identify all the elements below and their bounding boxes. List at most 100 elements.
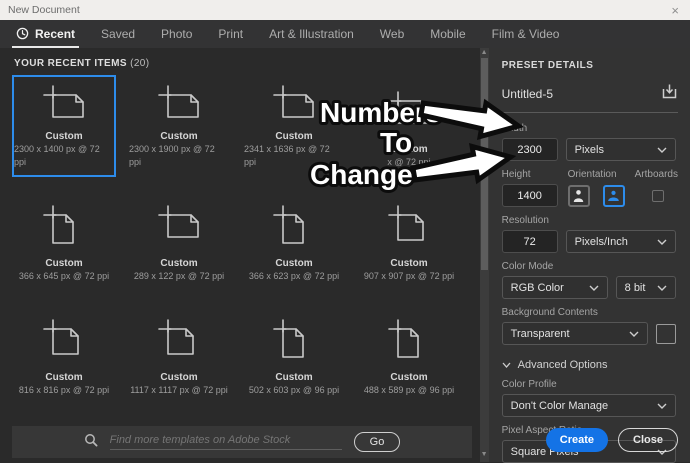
preset-dimensions: 488 x 589 px @ 96 ppi	[364, 384, 454, 403]
document-type-tabs: Recent Saved Photo Print Art & Illustrat…	[0, 20, 690, 48]
window-title: New Document	[8, 4, 668, 16]
tab-label: Mobile	[430, 27, 465, 41]
preset-dimensions: 816 x 816 px @ 72 ppi	[19, 384, 109, 403]
recent-item-card[interactable]: Custom 2300 x 1900 px @ 72 ppi	[127, 75, 231, 177]
save-preset-icon[interactable]	[661, 83, 678, 105]
tab-label: Photo	[161, 27, 192, 41]
recent-item-card[interactable]: Custom 502 x 603 px @ 96 ppi	[242, 303, 346, 405]
document-name-row: Untitled-5	[502, 83, 678, 113]
tab-label: Art & Illustration	[269, 27, 354, 41]
tab-web[interactable]: Web	[380, 20, 404, 48]
chevron-down-icon	[657, 239, 667, 245]
scroll-down-icon[interactable]: ▼	[480, 450, 489, 460]
scrollbar-thumb[interactable]	[481, 58, 488, 270]
resolution-input[interactable]	[502, 230, 558, 253]
preset-name: Custom	[45, 257, 82, 270]
tab-label: Web	[380, 27, 404, 41]
scrollbar[interactable]: ▲ ▼	[480, 48, 489, 462]
tab-photo[interactable]: Photo	[161, 20, 192, 48]
document-name-input[interactable]: Untitled-5	[502, 87, 553, 101]
width-input[interactable]	[502, 138, 558, 161]
chevron-down-icon	[657, 147, 667, 153]
chevron-down-icon	[629, 331, 639, 337]
recent-item-card[interactable]: Custom 366 x 623 px @ 72 ppi	[242, 189, 346, 291]
document-preset-icon	[41, 305, 87, 371]
recent-item-card[interactable]: Custom 488 x 589 px @ 96 ppi	[357, 303, 461, 405]
height-input[interactable]	[502, 184, 558, 207]
dialog-actions: Create Close	[546, 428, 678, 452]
tab-mobile[interactable]: Mobile	[430, 20, 465, 48]
recent-items-heading: YOUR RECENT ITEMS (20)	[0, 48, 489, 71]
height-row-labels: Height Orientation Artboards	[502, 169, 678, 180]
document-preset-icon	[386, 77, 432, 143]
tab-film-video[interactable]: Film & Video	[492, 20, 560, 48]
document-preset-icon	[271, 77, 317, 130]
preset-dimensions: 907 x 907 px @ 72 ppi	[364, 270, 454, 289]
scroll-up-icon[interactable]: ▲	[480, 48, 489, 58]
search-icon	[84, 433, 98, 452]
window-close-icon[interactable]: ×	[668, 4, 682, 17]
document-preset-icon	[156, 77, 202, 130]
clock-icon	[16, 27, 29, 43]
portrait-person-icon	[573, 189, 584, 202]
chevron-down-icon	[657, 285, 667, 291]
go-button[interactable]: Go	[354, 432, 401, 452]
tab-label: Recent	[35, 27, 75, 41]
width-label: Width	[502, 123, 678, 134]
document-preset-icon	[41, 191, 87, 257]
tab-recent[interactable]: Recent	[16, 20, 75, 48]
preset-name: Custom	[390, 143, 427, 156]
preset-dimensions: 2341 x 1636 px @ 72 ppi	[244, 143, 344, 175]
preset-dimensions: 502 x 603 px @ 96 ppi	[249, 384, 339, 403]
tab-art-illustration[interactable]: Art & Illustration	[269, 20, 354, 48]
recent-item-card[interactable]: Custom 2300 x 1400 px @ 72 ppi	[12, 75, 116, 177]
close-button[interactable]: Close	[618, 428, 678, 452]
tab-label: Saved	[101, 27, 135, 41]
document-preset-icon	[156, 305, 202, 371]
preset-name: Custom	[45, 130, 82, 143]
preset-details-heading: PRESET DETAILS	[502, 60, 678, 71]
artboards-checkbox[interactable]	[652, 190, 664, 202]
color-mode-label: Color Mode	[502, 261, 678, 272]
recent-item-card[interactable]: Custom 366 x 645 px @ 72 ppi	[12, 189, 116, 291]
artboards-label: Artboards	[635, 169, 678, 180]
recent-items-pane: YOUR RECENT ITEMS (20) Custom 2300 x 140…	[0, 48, 489, 462]
tab-saved[interactable]: Saved	[101, 20, 135, 48]
resolution-unit-select[interactable]: Pixels/Inch	[566, 230, 676, 253]
recent-item-card[interactable]: Custom 2341 x 1636 px @ 72 ppi	[242, 75, 346, 177]
preset-name: Custom	[45, 371, 82, 384]
advanced-options-toggle[interactable]: Advanced Options	[502, 359, 678, 371]
preset-name: Custom	[275, 371, 312, 384]
background-color-swatch[interactable]	[656, 324, 676, 344]
width-unit-select[interactable]: Pixels	[566, 138, 676, 161]
document-preset-icon	[386, 305, 432, 371]
recent-item-card[interactable]: Custom x @ 72 ppi	[357, 75, 461, 177]
search-input[interactable]	[110, 434, 342, 446]
title-bar: New Document ×	[0, 0, 690, 20]
preset-dimensions: x @ 72 ppi	[387, 156, 430, 175]
resolution-label: Resolution	[502, 215, 678, 226]
preset-dimensions: 2300 x 1400 px @ 72 ppi	[14, 143, 114, 175]
chevron-down-icon	[657, 403, 667, 409]
search-field[interactable]	[110, 434, 342, 450]
chevron-down-icon	[502, 362, 511, 368]
color-mode-select[interactable]: RGB Color	[502, 276, 608, 299]
color-profile-select[interactable]: Don't Color Manage	[502, 394, 676, 417]
chevron-down-icon	[589, 285, 599, 291]
preset-dimensions: 366 x 645 px @ 72 ppi	[19, 270, 109, 289]
recent-item-card[interactable]: Custom 1117 x 1117 px @ 72 ppi	[127, 303, 231, 405]
tab-print[interactable]: Print	[218, 20, 243, 48]
recent-item-card[interactable]: Custom 816 x 816 px @ 72 ppi	[12, 303, 116, 405]
preset-name: Custom	[160, 257, 197, 270]
preset-name: Custom	[390, 257, 427, 270]
bit-depth-select[interactable]: 8 bit	[616, 276, 676, 299]
orientation-portrait-button[interactable]	[568, 185, 590, 207]
orientation-landscape-button[interactable]	[603, 185, 625, 207]
background-contents-select[interactable]: Transparent	[502, 322, 648, 345]
document-preset-icon	[156, 191, 202, 257]
recent-item-card[interactable]: Custom 907 x 907 px @ 72 ppi	[357, 189, 461, 291]
recent-items-grid: Custom 2300 x 1400 px @ 72 ppi Custom 23…	[12, 75, 489, 405]
preset-dimensions: 1117 x 1117 px @ 72 ppi	[130, 384, 228, 403]
recent-item-card[interactable]: Custom 289 x 122 px @ 72 ppi	[127, 189, 231, 291]
create-button[interactable]: Create	[546, 428, 608, 452]
